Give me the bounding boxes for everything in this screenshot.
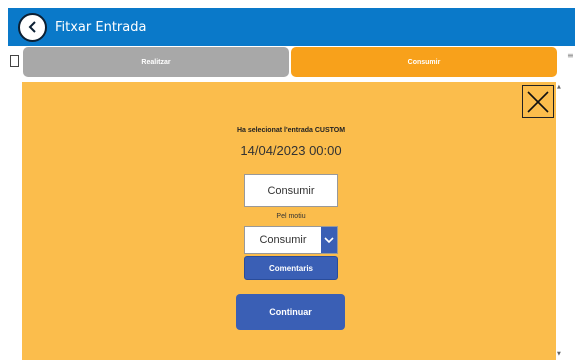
continue-button[interactable]: Continuar xyxy=(236,294,345,330)
reason-label: Pel motiu xyxy=(276,213,306,220)
close-icon xyxy=(527,90,549,113)
vertical-scrollbar[interactable] xyxy=(556,82,564,360)
scroll-down-icon[interactable]: ▼ xyxy=(557,351,561,357)
tab-consumir[interactable]: Consumir xyxy=(291,47,557,77)
back-button[interactable] xyxy=(18,12,47,42)
back-arrow-icon xyxy=(28,21,36,33)
page-title: Fitxar Entrada xyxy=(55,19,147,35)
selected-entry-label: Ha selecionat l'entrada CUSTOM xyxy=(236,127,346,134)
menu-lines-icon[interactable]: ≡ xyxy=(567,52,574,60)
action-field[interactable]: Consumir xyxy=(244,174,338,207)
dropdown-arrow-button[interactable] xyxy=(321,227,337,253)
reason-select-value: Consumir xyxy=(259,234,307,246)
checkbox-icon[interactable] xyxy=(10,55,19,67)
comments-button[interactable]: Comentaris xyxy=(244,256,338,280)
scroll-up-icon[interactable]: ▲ xyxy=(557,84,561,90)
app-header: Fitxar Entrada xyxy=(8,8,575,46)
close-button[interactable] xyxy=(522,85,554,118)
chevron-down-icon xyxy=(324,237,334,244)
tab-realitzar[interactable]: Realitzar xyxy=(23,47,289,77)
entry-date: 14/04/2023 00:00 xyxy=(240,143,342,158)
reason-select[interactable]: Consumir xyxy=(244,226,338,254)
